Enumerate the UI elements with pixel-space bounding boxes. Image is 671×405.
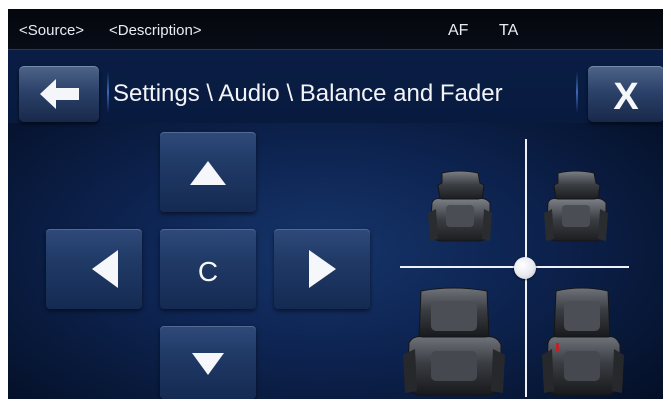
rear-right-seat-icon: [542, 287, 624, 396]
triangle-left-icon: [92, 250, 118, 288]
head-unit-screen: <Source> <Description> AF TA Settings \ …: [8, 9, 663, 399]
description-label: <Description>: [109, 22, 202, 39]
triangle-right-icon: [309, 250, 336, 288]
arrow-left-icon: [40, 79, 79, 109]
center-button[interactable]: C: [160, 229, 256, 309]
ta-indicator: TA: [499, 22, 519, 39]
back-button[interactable]: [19, 66, 99, 122]
balance-fader-handle[interactable]: [514, 257, 536, 279]
balance-right-button[interactable]: [274, 229, 370, 309]
fader-rear-button[interactable]: [160, 326, 256, 399]
page-title: Settings \ Audio \ Balance and Fader: [113, 80, 503, 107]
front-right-seat-icon: [544, 170, 608, 242]
center-button-label: C: [197, 256, 219, 287]
title-bar: Settings \ Audio \ Balance and Fader X: [8, 50, 663, 123]
balance-left-button[interactable]: [46, 229, 142, 309]
fader-front-button[interactable]: [160, 132, 256, 212]
title-separator-right: [576, 72, 578, 112]
status-bar: <Source> <Description> AF TA: [8, 9, 663, 50]
triangle-down-icon: [192, 353, 224, 375]
close-button[interactable]: X: [588, 66, 663, 122]
close-icon: X: [613, 76, 639, 118]
source-label: <Source>: [19, 22, 85, 39]
triangle-up-icon: [190, 161, 226, 185]
af-indicator: AF: [448, 22, 469, 39]
front-left-seat-icon: [428, 170, 492, 242]
title-separator-left: [107, 72, 109, 112]
rear-left-seat-icon: [403, 287, 505, 396]
